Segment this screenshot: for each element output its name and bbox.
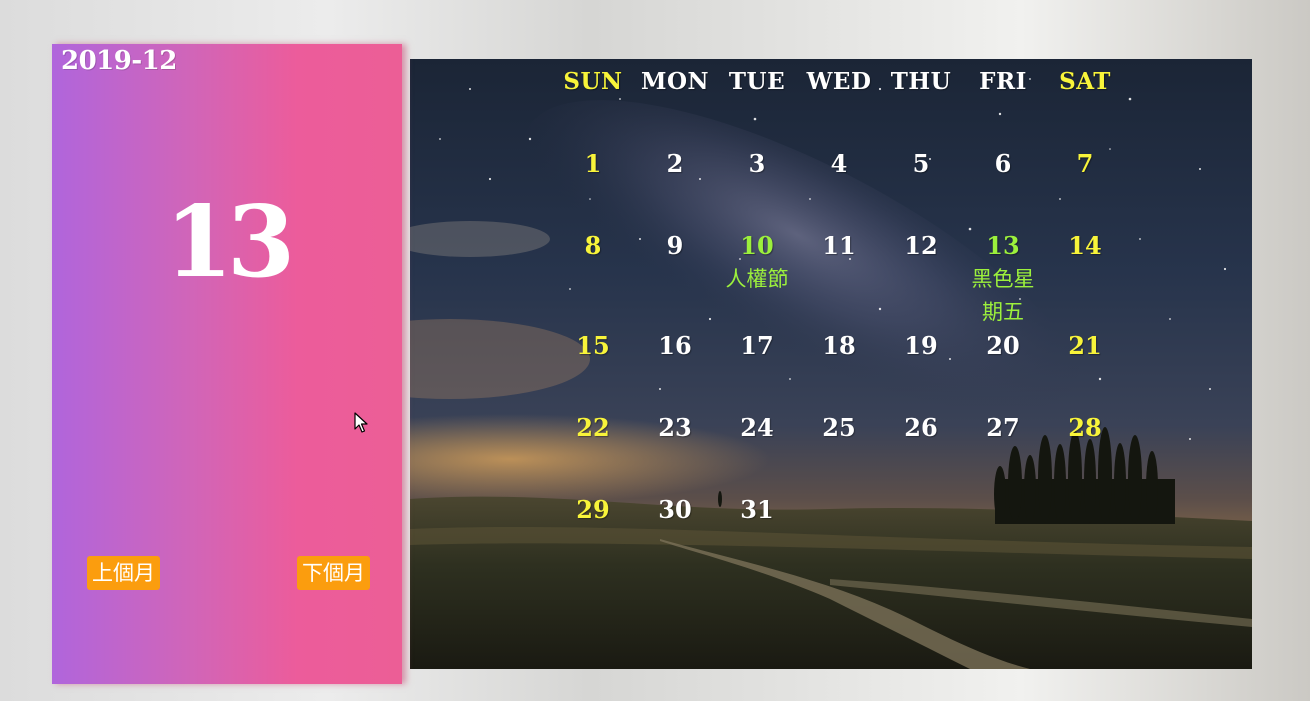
day-cell[interactable]: 25 bbox=[798, 413, 880, 442]
day-cell[interactable]: 30 bbox=[634, 495, 716, 524]
day-cell-holiday[interactable]: 13 bbox=[962, 231, 1044, 260]
day-cell[interactable]: 16 bbox=[634, 331, 716, 360]
holiday-name: 黑色星 期五 bbox=[962, 263, 1044, 329]
mouse-pointer-icon bbox=[354, 412, 368, 433]
day-cell[interactable]: 19 bbox=[880, 331, 962, 360]
day-cell[interactable]: 31 bbox=[716, 495, 798, 524]
day-cell[interactable]: 7 bbox=[1044, 149, 1126, 178]
holiday-name-line: 期五 bbox=[982, 300, 1024, 324]
day-cell[interactable]: 23 bbox=[634, 413, 716, 442]
day-cell[interactable]: 2 bbox=[634, 149, 716, 178]
day-cell[interactable]: 11 bbox=[798, 231, 880, 260]
day-cell[interactable]: 12 bbox=[880, 231, 962, 260]
day-cell[interactable]: 17 bbox=[716, 331, 798, 360]
year-month-label: 2019-12 bbox=[61, 46, 177, 76]
weekday-fri: FRI bbox=[979, 68, 1027, 95]
date-side-panel: 2019-12 13 上個月 下個月 bbox=[52, 44, 402, 684]
day-cell[interactable]: 1 bbox=[552, 149, 634, 178]
day-cell-holiday[interactable]: 10 bbox=[716, 231, 798, 260]
day-cell[interactable]: 15 bbox=[552, 331, 634, 360]
day-cell[interactable]: 8 bbox=[552, 231, 634, 260]
day-cell[interactable]: 6 bbox=[962, 149, 1044, 178]
day-cell[interactable]: 14 bbox=[1044, 231, 1126, 260]
day-cell[interactable]: 22 bbox=[552, 413, 634, 442]
weekday-tue: TUE bbox=[728, 68, 786, 95]
day-cell[interactable]: 4 bbox=[798, 149, 880, 178]
day-cell[interactable]: 18 bbox=[798, 331, 880, 360]
holiday-name: 人權節 bbox=[725, 267, 789, 291]
day-cell[interactable]: 3 bbox=[716, 149, 798, 178]
weekday-sat: SAT bbox=[1059, 68, 1111, 95]
day-cell[interactable]: 28 bbox=[1044, 413, 1126, 442]
day-cell[interactable]: 24 bbox=[716, 413, 798, 442]
day-cell[interactable]: 20 bbox=[962, 331, 1044, 360]
day-cell[interactable]: 26 bbox=[880, 413, 962, 442]
next-month-button[interactable]: 下個月 bbox=[297, 556, 370, 590]
prev-month-button[interactable]: 上個月 bbox=[87, 556, 160, 590]
day-cell[interactable]: 9 bbox=[634, 231, 716, 260]
calendar-panel: SUN MON TUE WED THU FRI SAT 1 2 3 4 5 6 … bbox=[410, 59, 1252, 669]
weekday-mon: MON bbox=[640, 68, 710, 95]
selected-day-number: 13 bbox=[164, 185, 295, 300]
day-cell[interactable]: 27 bbox=[962, 413, 1044, 442]
holiday-name-line: 黑色星 bbox=[971, 267, 1035, 291]
day-cell[interactable]: 29 bbox=[552, 495, 634, 524]
weekday-sun: SUN bbox=[563, 68, 623, 95]
day-cell[interactable]: 5 bbox=[880, 149, 962, 178]
day-cell[interactable]: 21 bbox=[1044, 331, 1126, 360]
weekday-wed: WED bbox=[806, 68, 872, 95]
weekday-thu: THU bbox=[890, 68, 952, 95]
